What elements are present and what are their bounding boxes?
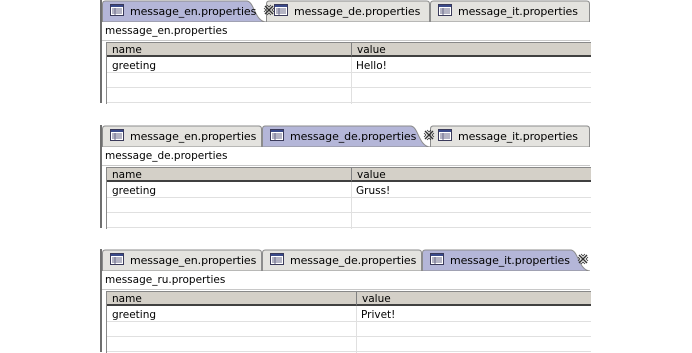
tab-label: message_en.properties: [130, 129, 257, 143]
name-cell[interactable]: [107, 88, 351, 103]
properties-file-icon: [430, 252, 450, 268]
tab-label: message_de.properties: [290, 129, 417, 143]
table-row[interactable]: greeting Hello!: [107, 58, 591, 73]
properties-file-icon: [110, 252, 130, 268]
tab-label: message_it.properties: [458, 4, 578, 18]
name-cell[interactable]: [107, 73, 351, 88]
file-title-bar: message_en.properties: [102, 22, 590, 41]
editor-panel: message_en.properties message_de.properti…: [100, 249, 591, 353]
column-header-value[interactable]: value: [356, 292, 591, 306]
editor-tab[interactable]: message_en.properties: [102, 125, 256, 147]
file-title: message_ru.properties: [105, 274, 226, 286]
name-cell[interactable]: [107, 337, 356, 352]
table-row[interactable]: [107, 88, 591, 103]
column-header-value[interactable]: value: [351, 43, 591, 57]
editor-tab[interactable]: message_it.properties: [430, 125, 578, 147]
tab-label: message_it.properties: [458, 129, 578, 143]
name-cell[interactable]: [107, 213, 351, 228]
editor-tab-bar: message_en.properties message_de.properti…: [102, 249, 590, 271]
editor-panel: message_en.properties message_de.properti…: [100, 125, 591, 229]
name-cell-text: greeting: [112, 185, 157, 197]
value-cell-text: Gruss!: [356, 185, 391, 197]
column-header-name[interactable]: name: [107, 292, 356, 306]
column-header-name[interactable]: name: [107, 168, 351, 182]
column-header-label: value: [362, 293, 391, 305]
editor-panel: message_en.properties message_de.properti…: [100, 0, 591, 104]
value-cell[interactable]: Hello!: [351, 58, 591, 73]
table-row[interactable]: [107, 73, 591, 88]
value-cell-text: Privet!: [361, 309, 396, 321]
properties-file-icon: [110, 3, 130, 19]
column-header-name[interactable]: name: [107, 43, 351, 57]
value-cell[interactable]: [351, 213, 591, 228]
value-cell[interactable]: [356, 322, 591, 337]
properties-file-icon: [270, 128, 290, 144]
properties-file-icon: [270, 252, 290, 268]
properties-table: name value greeting Gruss!: [106, 167, 591, 229]
file-title-bar: message_ru.properties: [102, 271, 590, 290]
name-cell-text: greeting: [112, 309, 157, 321]
value-cell[interactable]: [351, 73, 591, 88]
column-header-value[interactable]: value: [351, 168, 591, 182]
properties-table: name value greeting Hello!: [106, 42, 591, 104]
table-row[interactable]: greeting Gruss!: [107, 183, 591, 198]
value-cell[interactable]: [356, 337, 591, 352]
value-cell[interactable]: Gruss!: [351, 183, 591, 198]
value-cell[interactable]: [351, 88, 591, 103]
editor-tab-bar: message_en.properties message_de.properti…: [102, 125, 590, 147]
value-cell[interactable]: Privet!: [356, 307, 591, 322]
editor-tab-bar: message_en.properties message_de.properti…: [102, 0, 590, 22]
name-cell[interactable]: [107, 198, 351, 213]
editor-tab[interactable]: message_de.properties: [266, 0, 420, 22]
value-cell[interactable]: [351, 198, 591, 213]
table-row[interactable]: [107, 337, 591, 352]
properties-file-icon: [110, 128, 130, 144]
column-header-label: name: [112, 169, 142, 181]
properties-table: name value greeting Privet!: [106, 291, 591, 353]
table-row[interactable]: [107, 322, 591, 337]
name-cell[interactable]: greeting: [107, 183, 351, 198]
column-header-label: name: [112, 44, 142, 56]
column-header-label: value: [357, 44, 386, 56]
tab-label: message_de.properties: [290, 253, 417, 267]
tab-label: message_it.properties: [450, 253, 570, 267]
name-cell-text: greeting: [112, 60, 157, 72]
tab-label: message_en.properties: [130, 253, 257, 267]
name-cell[interactable]: greeting: [107, 307, 356, 322]
properties-file-icon: [438, 128, 458, 144]
value-cell-text: Hello!: [356, 60, 387, 72]
name-cell[interactable]: [107, 322, 356, 337]
tab-label: message_en.properties: [130, 4, 257, 18]
editor-tab[interactable]: message_de.properties: [262, 249, 416, 271]
properties-file-icon: [274, 3, 294, 19]
file-title-bar: message_de.properties: [102, 147, 590, 166]
editor-tab[interactable]: message_en.properties: [102, 249, 256, 271]
editor-tab[interactable]: message_it.properties: [422, 249, 589, 271]
close-icon[interactable]: [570, 253, 589, 268]
column-separator: [356, 306, 357, 353]
column-header-label: value: [357, 169, 386, 181]
table-row[interactable]: [107, 213, 591, 228]
column-header-label: name: [112, 293, 142, 305]
file-title: message_en.properties: [105, 25, 228, 37]
column-separator: [351, 57, 352, 104]
column-separator: [351, 182, 352, 229]
editor-tab[interactable]: message_de.properties: [262, 125, 435, 147]
tab-label: message_de.properties: [294, 4, 421, 18]
editor-tab[interactable]: message_en.properties: [102, 0, 275, 22]
table-row[interactable]: [107, 198, 591, 213]
properties-file-icon: [438, 3, 458, 19]
table-row[interactable]: greeting Privet!: [107, 307, 591, 322]
editor-tab[interactable]: message_it.properties: [430, 0, 578, 22]
name-cell[interactable]: greeting: [107, 58, 351, 73]
file-title: message_de.properties: [105, 150, 228, 162]
